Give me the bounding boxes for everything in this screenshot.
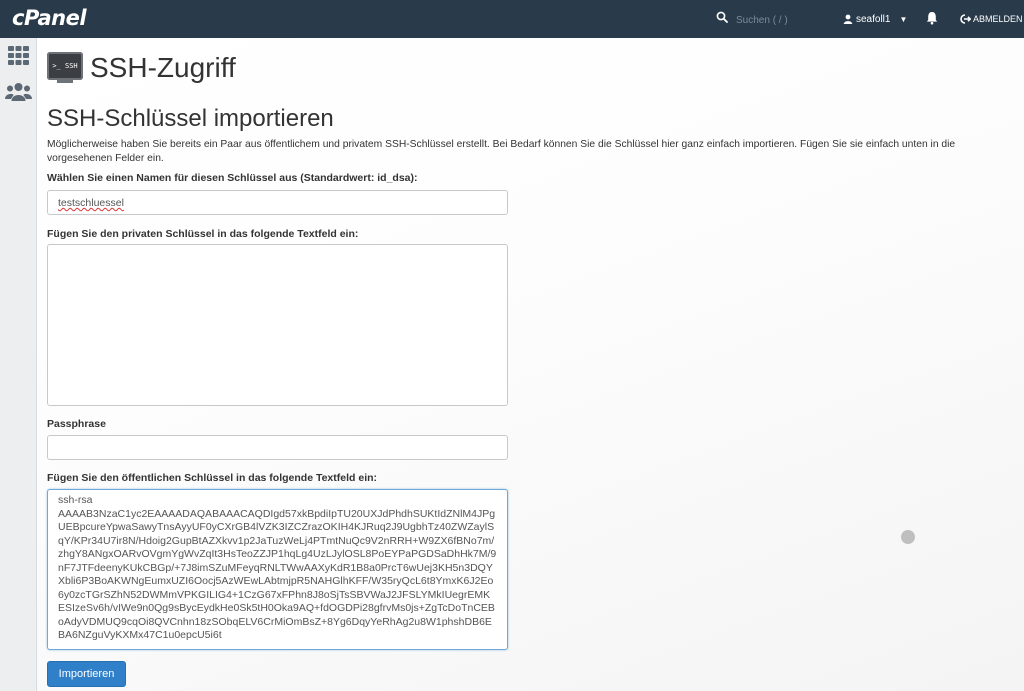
- bell-icon[interactable]: [926, 11, 938, 25]
- cursor-indicator: [901, 530, 915, 544]
- grid-icon[interactable]: [8, 46, 29, 65]
- search-input[interactable]: [734, 10, 838, 30]
- import-button[interactable]: Importieren: [47, 661, 126, 687]
- search-icon: [716, 11, 728, 23]
- ssh-icon-text: >_ SSH: [52, 62, 78, 70]
- public-key-label: Fügen Sie den öffentlichen Schlüssel in …: [47, 472, 378, 484]
- intro-text: Möglicherweise haben Sie bereits ein Paa…: [47, 139, 956, 164]
- key-name-value: testschluessel: [58, 197, 124, 209]
- private-key-textarea[interactable]: [47, 244, 508, 406]
- logout-label: ABMELDEN: [973, 14, 1023, 24]
- cpanel-logo[interactable]: cPanel: [12, 6, 87, 30]
- key-name-input[interactable]: testschluessel: [47, 190, 508, 215]
- logout-icon: [960, 14, 971, 24]
- user-menu[interactable]: seafoll1 ▼: [843, 0, 907, 38]
- user-icon: [843, 14, 853, 24]
- chevron-down-icon: ▼: [899, 14, 908, 24]
- section-title: SSH-Schlüssel importieren: [47, 105, 334, 132]
- main-content: >_ SSH SSH-Zugriff SSH-Schlüssel importi…: [37, 38, 1024, 691]
- page-title: SSH-Zugriff: [90, 52, 236, 83]
- private-key-label: Fügen Sie den privaten Schlüssel in das …: [47, 228, 359, 240]
- logout-button[interactable]: ABMELDEN: [960, 0, 1023, 38]
- username: seafoll1: [856, 13, 891, 25]
- sidebar: [0, 38, 37, 691]
- public-key-textarea[interactable]: ssh-rsa AAAAB3NzaC1yc2EAAAADAQABAAACAQDI…: [47, 489, 508, 650]
- key-name-label: Wählen Sie einen Namen für diesen Schlüs…: [47, 172, 418, 184]
- passphrase-label: Passphrase: [47, 418, 106, 430]
- users-icon[interactable]: [5, 82, 32, 101]
- passphrase-input[interactable]: [47, 435, 508, 460]
- top-navbar: cPanel seafoll1 ▼ ABMELDEN: [0, 0, 1024, 38]
- ssh-terminal-icon: >_ SSH: [47, 52, 83, 83]
